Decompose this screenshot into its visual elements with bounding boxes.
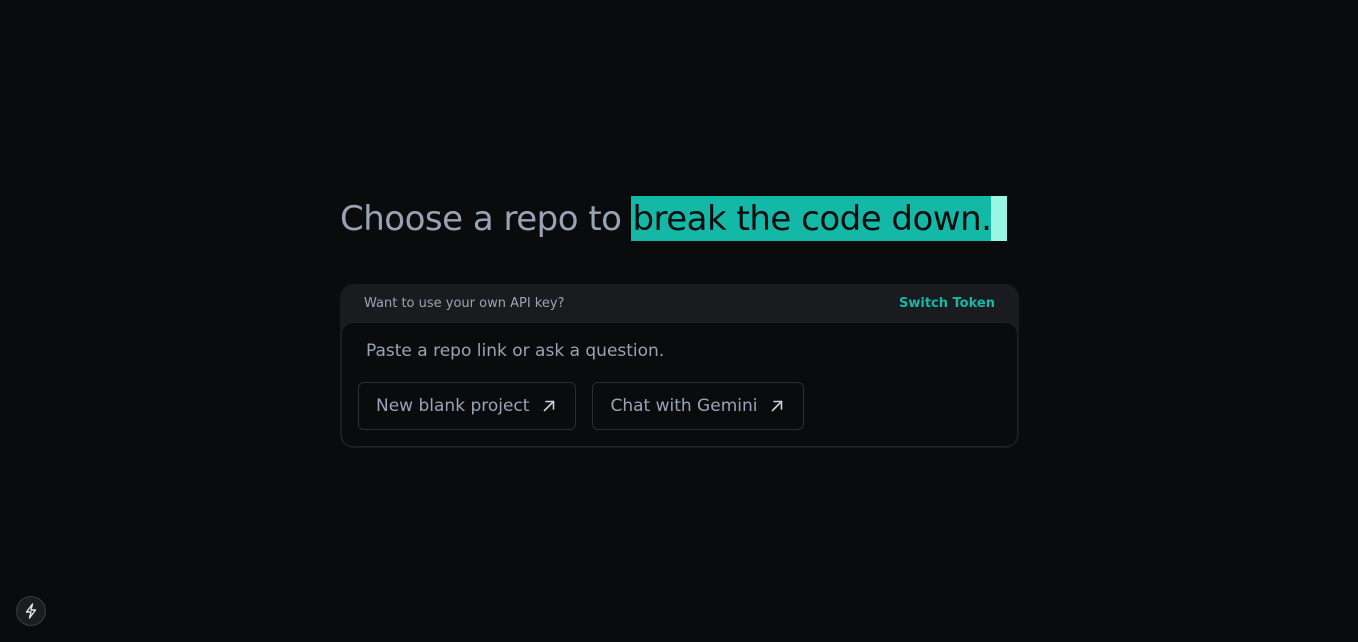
- switch-token-button[interactable]: Switch Token: [899, 296, 995, 311]
- card-body: New blank project Chat with Gemini: [341, 322, 1018, 447]
- chat-with-gemini-label: Chat with Gemini: [610, 396, 758, 416]
- arrow-up-right-icon: [544, 400, 555, 412]
- lightning-bolt-icon: [25, 603, 37, 619]
- new-blank-project-label: New blank project: [376, 396, 530, 416]
- lightning-bolt-button[interactable]: [16, 596, 46, 626]
- new-blank-project-button[interactable]: New blank project: [358, 382, 577, 430]
- page: Choose a repo to break the code down. Wa…: [0, 0, 1358, 642]
- headline-highlight-text: break the code down.: [632, 198, 992, 239]
- action-row: New blank project Chat with Gemini: [358, 382, 805, 430]
- repo-prompt-card: Want to use your own API key? Switch Tok…: [340, 284, 1019, 448]
- headline-plain-text: Choose a repo to: [340, 198, 622, 239]
- headline-highlight: break the code down.: [631, 196, 1008, 241]
- arrow-up-right-icon: [772, 400, 783, 412]
- card-header: Want to use your own API key? Switch Tok…: [340, 284, 1019, 322]
- api-key-question: Want to use your own API key?: [364, 295, 565, 311]
- repo-prompt-input[interactable]: [358, 337, 1004, 365]
- page-headline: Choose a repo to break the code down.: [340, 196, 1008, 241]
- chat-with-gemini-button[interactable]: Chat with Gemini: [592, 382, 805, 430]
- typing-caret: [991, 196, 1008, 241]
